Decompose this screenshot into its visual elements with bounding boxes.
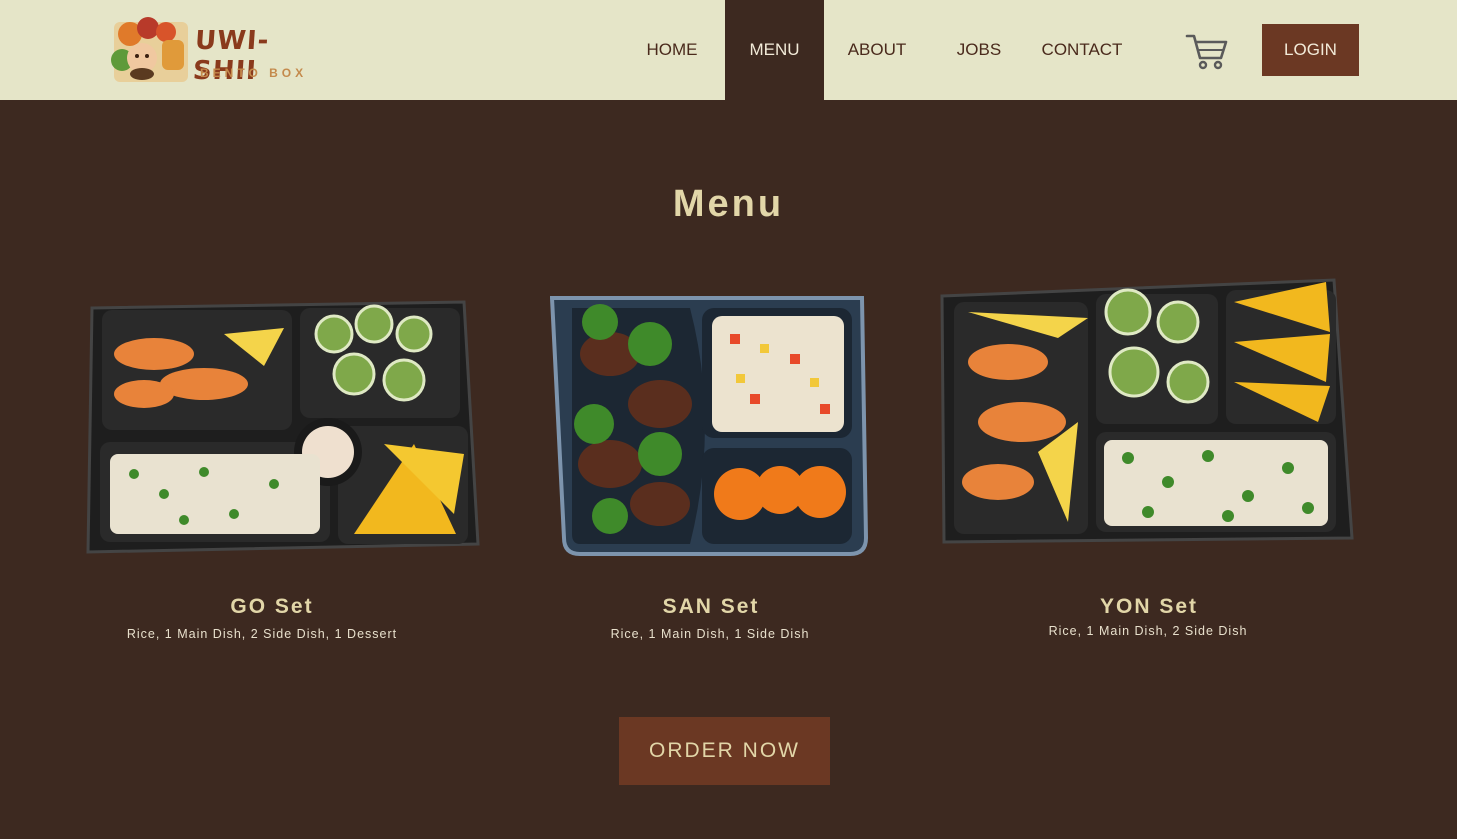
set-description: Rice, 1 Main Dish, 2 Side Dish, 1 Desser… (126, 627, 398, 641)
nav-home[interactable]: HOME (622, 0, 722, 100)
go-set-bento-image (86, 300, 480, 554)
set-name: GO Set (230, 595, 314, 618)
shopping-cart-icon[interactable] (1185, 30, 1229, 70)
san-set-bento-image (550, 296, 868, 556)
set-name: SAN Set (662, 595, 760, 618)
login-button[interactable]: LOGIN (1262, 24, 1359, 76)
set-name: YON Set (1099, 595, 1199, 618)
yon-set-bento-image (940, 278, 1354, 544)
order-now-button[interactable]: ORDER NOW (619, 717, 830, 785)
set-description: Rice, 1 Main Dish, 2 Side Dish (1048, 624, 1248, 638)
brand-tagline: BENTO BOX (200, 66, 308, 80)
nav-about[interactable]: ABOUT (826, 0, 928, 100)
set-description: Rice, 1 Main Dish, 1 Side Dish (610, 627, 810, 641)
bento-mascot-icon (111, 17, 188, 82)
nav-jobs[interactable]: JOBS (930, 0, 1028, 100)
nav-menu[interactable]: MENU (725, 0, 824, 100)
menu-title: Menu (672, 183, 785, 225)
nav-contact[interactable]: CONTACT (1030, 0, 1134, 100)
brand-logo[interactable]: UWI-SHII BENTO BOX (108, 10, 318, 90)
site-header: UWI-SHII BENTO BOX HOME MENU ABOUT JOBS … (0, 0, 1457, 100)
